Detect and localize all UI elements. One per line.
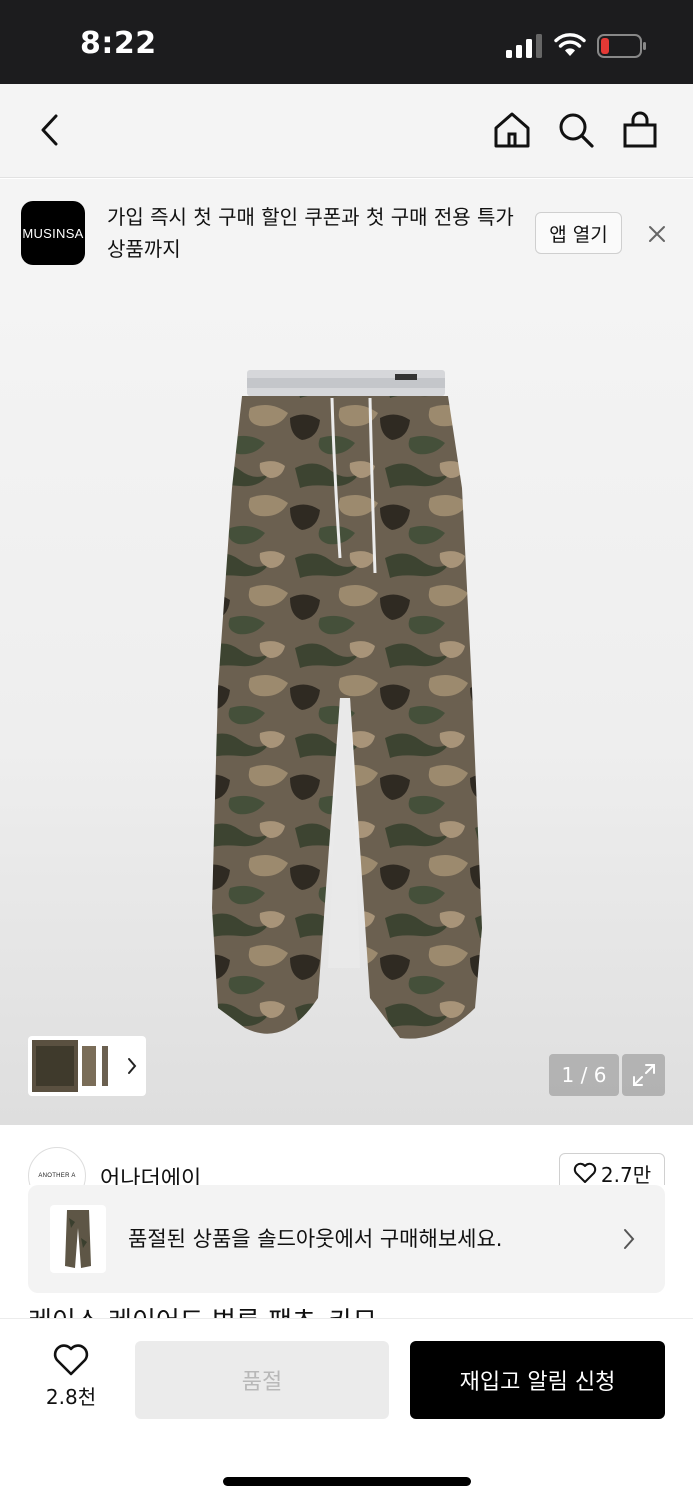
status-time: 8:22	[80, 26, 157, 61]
back-arrow-icon[interactable]	[28, 108, 72, 152]
brand-like-button[interactable]: 2.7만	[559, 1153, 665, 1185]
wishlist-button[interactable]: 2.8천	[28, 1343, 114, 1419]
app-banner-message: 가입 즉시 첫 구매 할인 쿠폰과 첫 구매 전용 특가 상품까지	[107, 205, 514, 261]
product-title: 레이스 레이어드 벌룬 팬츠_카모	[28, 1301, 377, 1318]
soldout-product-thumbnail	[50, 1205, 106, 1273]
shopping-bag-icon[interactable]	[618, 108, 662, 152]
musinsa-app-logo: MUSINSA	[21, 201, 85, 265]
heart-icon	[573, 1162, 597, 1183]
expand-icon[interactable]	[622, 1054, 665, 1096]
top-nav-bar	[0, 84, 693, 178]
brand-logo: ANOTHER A	[28, 1147, 86, 1185]
bottom-action-bar: 2.8천 품절 재입고 알림 신청	[0, 1318, 693, 1500]
open-app-button[interactable]: 앱 열기	[535, 212, 622, 254]
wifi-icon	[554, 33, 586, 56]
battery-icon	[597, 34, 646, 58]
brand-name[interactable]: 어나더에이	[100, 1161, 201, 1185]
heart-icon	[53, 1344, 89, 1376]
thumbnail-strip[interactable]	[28, 1036, 146, 1096]
product-image-camo-pants	[212, 370, 482, 1039]
search-icon[interactable]	[554, 108, 598, 152]
soldout-button: 품절	[135, 1341, 389, 1419]
product-image-gallery[interactable]: 1 / 6	[0, 283, 693, 1125]
restock-alert-button[interactable]: 재입고 알림 신청	[410, 1341, 665, 1419]
soldout-market-banner[interactable]: 품절된 상품을 솔드아웃에서 구매해보세요.	[28, 1185, 665, 1293]
cellular-signal-icon	[506, 34, 542, 58]
brand-row[interactable]: ANOTHER A 어나더에이 2.7만	[0, 1125, 693, 1185]
thumbnail-images	[32, 1040, 108, 1092]
chevron-right-icon	[128, 1058, 137, 1074]
status-bar: 8:22	[0, 0, 693, 84]
close-icon[interactable]	[643, 220, 671, 248]
chevron-right-icon	[624, 1229, 635, 1249]
product-title-area: 레이스 레이어드 벌룬 팬츠_카모	[0, 1293, 693, 1318]
home-indicator[interactable]	[223, 1477, 471, 1486]
image-page-counter: 1 / 6	[549, 1054, 619, 1096]
home-icon[interactable]	[490, 108, 534, 152]
app-install-banner: MUSINSA 가입 즉시 첫 구매 할인 쿠폰과 첫 구매 전용 특가 상품까…	[0, 179, 693, 283]
soldout-banner-text: 품절된 상품을 솔드아웃에서 구매해보세요.	[128, 1227, 503, 1251]
brand-like-count: 2.7만	[600, 1162, 652, 1186]
wishlist-count: 2.8천	[45, 1385, 97, 1409]
